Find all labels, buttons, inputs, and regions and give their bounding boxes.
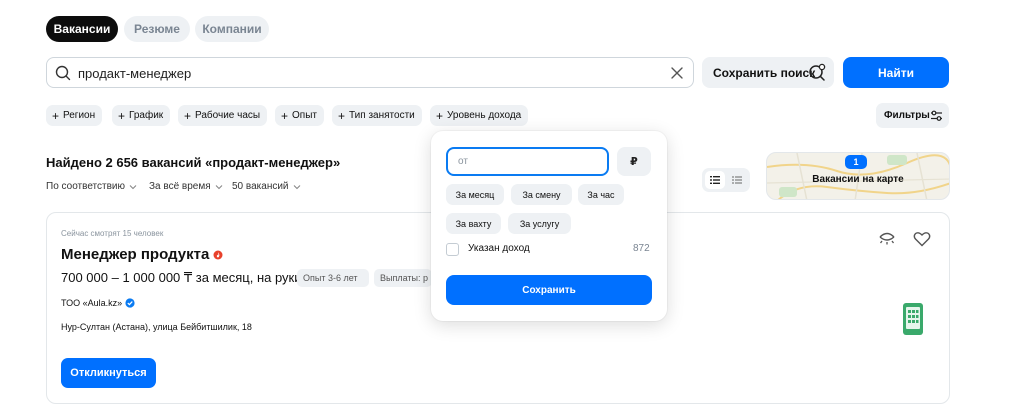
chip-label: График bbox=[129, 110, 164, 121]
sliders-icon bbox=[931, 110, 942, 121]
chip-label: Уровень дохода bbox=[447, 110, 522, 121]
hide-icon[interactable] bbox=[877, 229, 897, 249]
respond-button[interactable]: Откликнуться bbox=[61, 358, 156, 388]
salary-save-button[interactable]: Сохранить bbox=[446, 275, 652, 305]
vacancy-salary: 700 000 – 1 000 000 ₸ за месяц, на руки bbox=[61, 270, 302, 285]
plus-icon: + bbox=[118, 108, 126, 123]
salary-from-input[interactable]: от bbox=[446, 147, 609, 176]
list-view-button[interactable] bbox=[705, 171, 725, 189]
save-search-button[interactable]: Сохранить поиск bbox=[702, 57, 834, 88]
filters-label: Фильтры bbox=[884, 110, 930, 121]
filters-button[interactable]: Фильтры bbox=[876, 103, 949, 128]
search-input[interactable]: продакт-менеджер bbox=[46, 57, 694, 88]
chip-income-level[interactable]: + Уровень дохода bbox=[430, 105, 529, 126]
chip-label: Регион bbox=[63, 110, 96, 121]
chip-region[interactable]: + Регион bbox=[46, 105, 103, 126]
results-count: Найдено 2 656 вакансий «продакт-менеджер… bbox=[46, 155, 341, 170]
sort-label: По соответствию bbox=[46, 181, 125, 192]
payments-tag: Выплаты: р bbox=[374, 269, 432, 287]
compact-view-button[interactable] bbox=[727, 171, 747, 189]
fire-icon bbox=[213, 250, 223, 259]
tab-vacancies[interactable]: Вакансии bbox=[46, 16, 118, 42]
income-specified-count: 872 bbox=[633, 243, 650, 254]
chevron-down-icon bbox=[129, 184, 137, 189]
sort-label: За всё время bbox=[149, 181, 211, 192]
income-specified-label: Указан доход bbox=[468, 243, 530, 254]
chip-working-hours[interactable]: + Рабочие часы bbox=[178, 105, 268, 126]
map-button[interactable]: 1 Вакансии на карте bbox=[766, 152, 950, 200]
chip-employment-type[interactable]: + Тип занятости bbox=[332, 105, 422, 126]
tab-resumes[interactable]: Резюме bbox=[124, 16, 190, 42]
list-icon bbox=[710, 176, 720, 184]
plus-icon: + bbox=[281, 108, 289, 123]
chevron-down-icon bbox=[293, 184, 300, 189]
period-watch[interactable]: За вахту bbox=[446, 213, 501, 234]
search-value: продакт-менеджер bbox=[78, 66, 192, 81]
sort-per-page-dropdown[interactable]: 50 вакансий bbox=[232, 181, 301, 192]
company-link[interactable]: ТОО «Aula.kz» bbox=[61, 298, 135, 308]
map-badge: 1 bbox=[845, 155, 867, 169]
company-name: ТОО «Aula.kz» bbox=[61, 298, 123, 308]
period-service[interactable]: За услугу bbox=[508, 213, 571, 234]
sort-period-dropdown[interactable]: За всё время bbox=[149, 181, 223, 192]
plus-icon: + bbox=[52, 108, 60, 123]
heart-icon[interactable] bbox=[912, 229, 932, 249]
vacancy-title[interactable]: Менеджер продукта bbox=[61, 246, 223, 263]
chip-experience[interactable]: + Опыт bbox=[275, 105, 324, 126]
currency-button[interactable]: ₽ bbox=[617, 147, 651, 176]
verified-icon bbox=[125, 298, 135, 308]
chip-schedule[interactable]: + График bbox=[112, 105, 171, 126]
chip-label: Опыт bbox=[292, 110, 317, 121]
viewers-count: Сейчас смотрят 15 человек bbox=[61, 229, 164, 238]
chip-label: Тип занятости bbox=[349, 110, 415, 121]
find-button[interactable]: Найти bbox=[843, 57, 949, 88]
close-icon[interactable] bbox=[669, 65, 685, 81]
save-search-label: Сохранить поиск bbox=[713, 65, 816, 80]
period-month[interactable]: За месяц bbox=[446, 184, 504, 205]
sort-label: 50 вакансий bbox=[232, 181, 289, 192]
period-hour[interactable]: За час bbox=[578, 184, 624, 205]
salary-from-placeholder: от bbox=[458, 156, 468, 167]
experience-tag: Опыт 3-6 лет bbox=[297, 269, 369, 287]
phone-icon bbox=[903, 303, 923, 335]
vacancy-address: Нур-Султан (Астана), улица Бейбитшилик, … bbox=[61, 322, 252, 332]
income-specified-checkbox[interactable] bbox=[446, 243, 459, 256]
compact-list-icon bbox=[732, 176, 742, 184]
tab-companies[interactable]: Компании bbox=[195, 16, 269, 42]
vacancy-title-text: Менеджер продукта bbox=[61, 246, 210, 263]
period-shift[interactable]: За смену bbox=[511, 184, 572, 205]
plus-icon: + bbox=[436, 108, 444, 123]
plus-icon: + bbox=[184, 108, 192, 123]
sort-relevance-dropdown[interactable]: По соответствию bbox=[46, 181, 137, 192]
chevron-down-icon bbox=[215, 184, 223, 189]
map-label: Вакансии на карте bbox=[812, 174, 904, 185]
view-toggle bbox=[702, 168, 750, 192]
search-bell-icon bbox=[809, 63, 826, 81]
plus-icon: + bbox=[338, 108, 346, 123]
chip-label: Рабочие часы bbox=[195, 110, 261, 121]
search-icon bbox=[55, 65, 71, 81]
